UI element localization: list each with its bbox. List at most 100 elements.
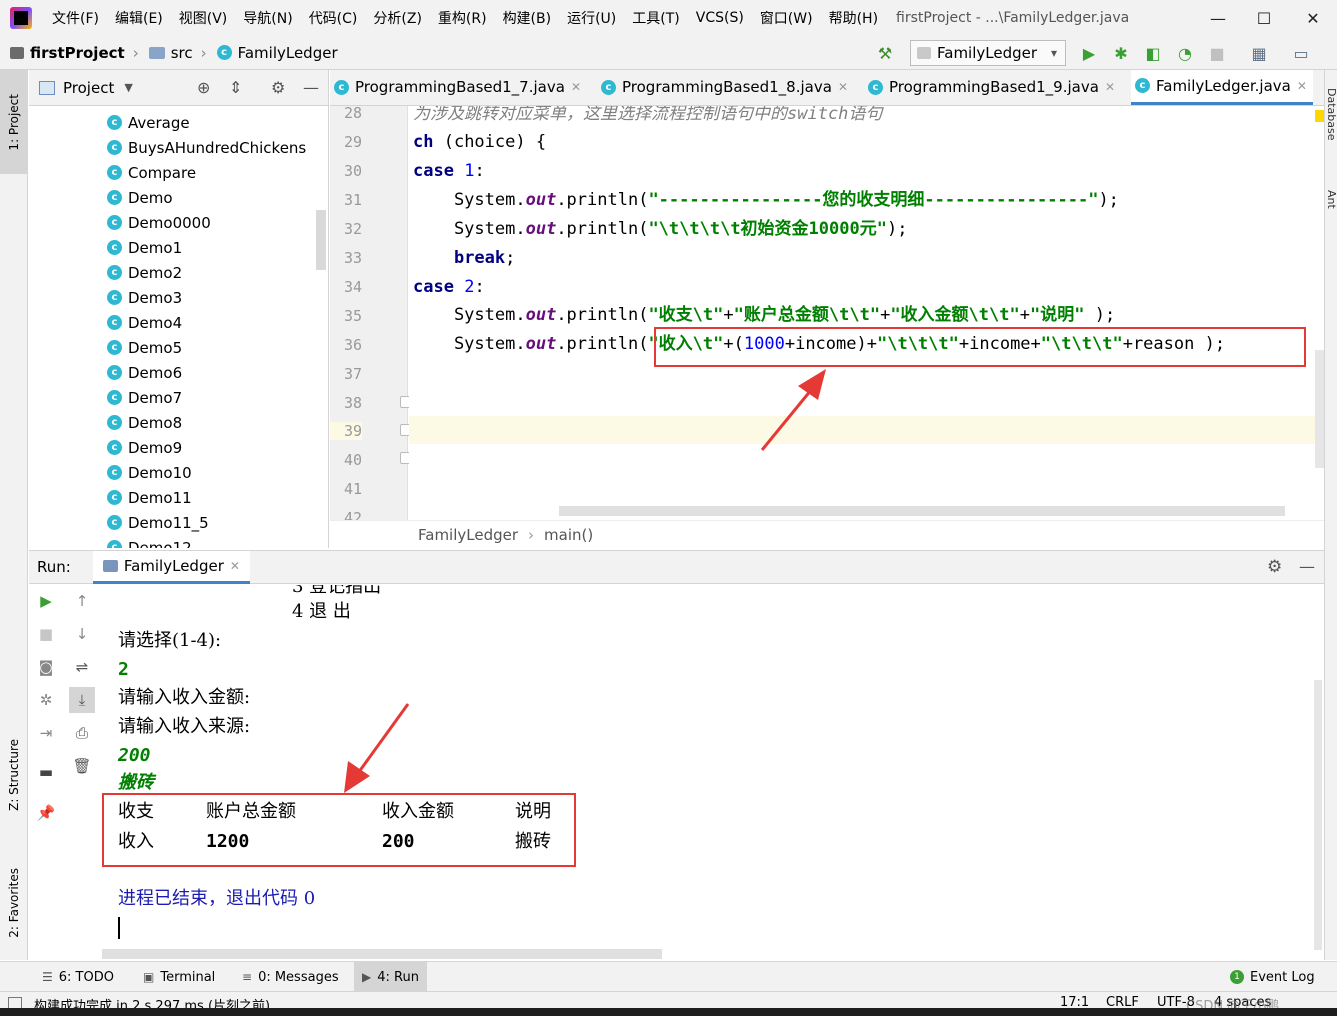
menu-vcs[interactable]: VCS(S) (688, 10, 752, 26)
tree-item[interactable]: c Demo12 (29, 535, 319, 548)
menu-file[interactable]: 文件(F) (44, 8, 107, 28)
editor-tab-pb17[interactable]: c ProgrammingBased1_7.java ✕ (330, 70, 587, 105)
breadcrumb-method[interactable]: main() (544, 526, 593, 544)
profile-icon[interactable]: ◔ (1174, 42, 1196, 64)
console-output[interactable]: 3 登记指出 4 退 出 请选择(1-4): 2 请输入收入金额: 请输入收入来… (102, 585, 1312, 960)
menu-navigate[interactable]: 导航(N) (235, 8, 300, 28)
gear-icon[interactable]: ⚙ (1267, 557, 1282, 577)
breadcrumb-project[interactable]: firstProject › (10, 44, 139, 62)
debug-bug-icon[interactable]: ✱ (1110, 42, 1132, 64)
menu-build[interactable]: 构建(B) (495, 8, 560, 28)
menu-code[interactable]: 代码(C) (301, 8, 366, 28)
project-view-select[interactable]: Project ▼ (39, 79, 133, 97)
tree-item[interactable]: c Demo1 (29, 235, 319, 260)
menu-window[interactable]: 窗口(W) (752, 8, 821, 28)
tool-tab-run[interactable]: ▶ 4: Run (354, 962, 427, 992)
editor-tab-pb18[interactable]: c ProgrammingBased1_8.java ✕ (597, 70, 854, 105)
tool-tab-structure[interactable]: Z: Structure (0, 720, 28, 830)
tool-tab-todo[interactable]: ☰ 6: TODO (42, 962, 114, 992)
tree-item[interactable]: c Demo6 (29, 360, 319, 385)
tool-tab-event-log[interactable]: 1 Event Log (1230, 962, 1315, 992)
close-tab-icon[interactable]: ✕ (571, 80, 581, 94)
locate-crosshair-icon[interactable]: ⊕ (197, 78, 210, 97)
close-window-button[interactable]: ✕ (1290, 0, 1336, 36)
menu-run[interactable]: 运行(U) (559, 8, 624, 28)
pin-icon[interactable]: 📌 (33, 800, 59, 826)
tool-tab-messages[interactable]: ≡ 0: Messages (242, 962, 339, 992)
project-tree-scrollbar[interactable] (316, 210, 326, 270)
gear-icon[interactable]: ⚙ (271, 78, 285, 97)
editor-scroll-thumb[interactable] (1315, 350, 1324, 468)
collapse-all-icon[interactable]: ⇕ (229, 78, 242, 97)
tool-tab-terminal[interactable]: ▣ Terminal (143, 962, 215, 992)
run-tab-familyledger[interactable]: FamilyLedger ✕ (92, 550, 250, 584)
editor-horizontal-scrollbar[interactable] (559, 506, 1285, 516)
tree-item[interactable]: c Demo7 (29, 385, 319, 410)
trash-clear-icon[interactable]: 🗑 (69, 753, 95, 779)
arrow-down-icon[interactable]: ↓ (69, 621, 95, 647)
stop-icon[interactable]: ■ (33, 621, 59, 647)
menu-tools[interactable]: 工具(T) (624, 8, 687, 28)
project-structure-icon[interactable]: ▦ (1248, 42, 1270, 64)
rerun-play-icon[interactable]: ▶ (33, 588, 59, 614)
tree-item[interactable]: c Demo4 (29, 310, 319, 335)
tree-item[interactable]: c BuysAHundredChickens (29, 135, 319, 160)
menu-analyze[interactable]: 分析(Z) (365, 8, 430, 28)
hide-panel-icon[interactable]: — (303, 78, 319, 97)
editor-tab-familyledger[interactable]: c FamilyLedger.java ✕ (1131, 70, 1313, 105)
close-tab-icon[interactable]: ✕ (230, 559, 240, 573)
close-tab-icon[interactable]: ✕ (1297, 79, 1307, 93)
maximize-button[interactable]: ☐ (1241, 0, 1287, 36)
hide-panel-icon[interactable]: — (1299, 557, 1315, 576)
coverage-icon[interactable]: ◧ (1142, 42, 1164, 64)
console-scroll-thumb[interactable] (1314, 680, 1322, 950)
tree-item[interactable]: c Demo0000 (29, 210, 319, 235)
minimize-button[interactable]: — (1195, 0, 1241, 36)
tool-tab-project[interactable]: 1: Project (0, 70, 28, 174)
stop-icon[interactable]: ■ (1206, 42, 1228, 64)
editor-vertical-scrollbar[interactable] (1315, 106, 1324, 520)
tab-overflow-menu[interactable]: ≡1 (1319, 70, 1324, 105)
line-number: 30 (343, 162, 362, 180)
tree-item[interactable]: c Average (29, 110, 319, 135)
run-configuration-select[interactable]: FamilyLedger ▾ (910, 40, 1066, 66)
tree-item[interactable]: c Demo3 (29, 285, 319, 310)
layout-icon[interactable]: ▭ (1290, 42, 1312, 64)
tree-item[interactable]: c Demo2 (29, 260, 319, 285)
tool-tab-database[interactable]: Database (1325, 88, 1337, 141)
tree-item[interactable]: c Demo8 (29, 410, 319, 435)
warning-marker-icon[interactable] (1315, 110, 1324, 122)
menu-help[interactable]: 帮助(H) (821, 8, 886, 28)
editor-tab-pb19[interactable]: c ProgrammingBased1_9.java ✕ (864, 70, 1121, 105)
breadcrumb-src[interactable]: src › (148, 44, 207, 62)
print-icon[interactable]: ⎙ (69, 720, 95, 746)
arrow-up-icon[interactable]: ↑ (69, 588, 95, 614)
exit-login-icon[interactable]: ⇥ (33, 720, 59, 746)
console-horizontal-scrollbar[interactable] (102, 949, 662, 959)
tool-tab-favorites[interactable]: 2: Favorites (0, 848, 28, 958)
menu-view[interactable]: 视图(V) (171, 8, 236, 28)
tree-item[interactable]: c Demo11 (29, 485, 319, 510)
layout-grid-icon[interactable]: ▬ (33, 759, 59, 785)
close-tab-icon[interactable]: ✕ (1105, 80, 1115, 94)
code-editor[interactable]: 为涉及跳转对应菜单，这里选择流程控制语句中的switch语句 ch (choic… (409, 106, 1315, 520)
breadcrumb-class[interactable]: FamilyLedger (418, 526, 518, 544)
soft-wrap-icon[interactable]: ⇌ (69, 654, 95, 680)
tree-item[interactable]: c Demo5 (29, 335, 319, 360)
scroll-to-end-icon[interactable]: ⤓ (69, 687, 95, 713)
run-play-icon[interactable]: ▶ (1078, 42, 1100, 64)
tree-item[interactable]: c Demo (29, 185, 319, 210)
tree-item[interactable]: c Demo10 (29, 460, 319, 485)
close-tab-icon[interactable]: ✕ (838, 80, 848, 94)
menu-refactor[interactable]: 重构(R) (430, 8, 495, 28)
tree-item[interactable]: c Demo11_5 (29, 510, 319, 535)
tool-tab-ant[interactable]: Ant (1325, 190, 1337, 209)
build-hammer-icon[interactable]: ⚒ (874, 42, 896, 64)
console-vertical-scrollbar[interactable] (1312, 585, 1324, 960)
camera-dump-icon[interactable]: ◙ (33, 654, 59, 680)
tree-item[interactable]: c Demo9 (29, 435, 319, 460)
tree-item[interactable]: c Compare (29, 160, 319, 185)
breadcrumb-file[interactable]: c FamilyLedger (216, 44, 338, 62)
settings-cog-icon[interactable]: ✲ (33, 687, 59, 713)
menu-edit[interactable]: 编辑(E) (107, 8, 171, 28)
